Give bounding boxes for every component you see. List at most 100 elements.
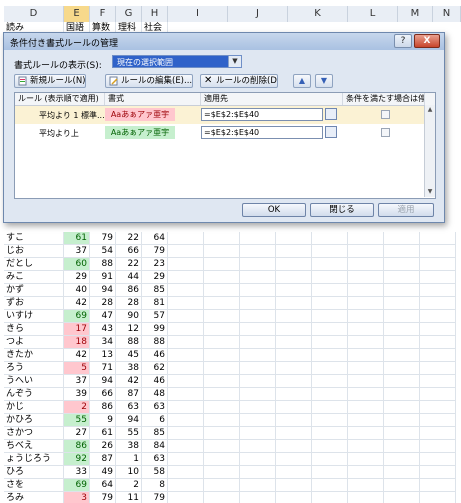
score-cell[interactable]: 33 — [64, 466, 90, 479]
empty-cell[interactable] — [420, 245, 456, 258]
empty-cell[interactable] — [168, 427, 204, 440]
name-cell[interactable]: ろう — [4, 362, 64, 375]
score-cell[interactable]: 64 — [142, 232, 168, 245]
empty-cell[interactable] — [204, 414, 240, 427]
empty-cell[interactable] — [348, 453, 384, 466]
empty-cell[interactable] — [240, 375, 276, 388]
name-cell[interactable]: じお — [4, 245, 64, 258]
empty-cell[interactable] — [384, 245, 420, 258]
empty-cell[interactable] — [168, 310, 204, 323]
score-cell[interactable]: 13 — [90, 349, 116, 362]
empty-cell[interactable] — [312, 414, 348, 427]
empty-cell[interactable] — [384, 375, 420, 388]
empty-cell[interactable] — [276, 427, 312, 440]
empty-cell[interactable] — [204, 479, 240, 492]
empty-cell[interactable] — [312, 362, 348, 375]
score-cell[interactable]: 42 — [64, 349, 90, 362]
empty-cell[interactable] — [384, 362, 420, 375]
empty-cell[interactable] — [276, 349, 312, 362]
empty-cell[interactable] — [276, 453, 312, 466]
empty-cell[interactable] — [348, 414, 384, 427]
empty-cell[interactable] — [276, 466, 312, 479]
empty-cell[interactable] — [384, 310, 420, 323]
empty-cell[interactable] — [240, 479, 276, 492]
empty-cell[interactable] — [384, 284, 420, 297]
column-header-i[interactable]: I — [168, 6, 228, 22]
empty-cell[interactable] — [276, 375, 312, 388]
empty-cell[interactable] — [276, 323, 312, 336]
stop-if-true-checkbox[interactable] — [381, 128, 390, 137]
score-cell[interactable]: 5 — [64, 362, 90, 375]
range-select-icon[interactable] — [325, 108, 337, 120]
empty-cell[interactable] — [204, 245, 240, 258]
empty-cell[interactable] — [312, 271, 348, 284]
score-cell[interactable]: 63 — [116, 401, 142, 414]
close-icon[interactable]: X — [414, 34, 440, 48]
empty-cell[interactable] — [276, 388, 312, 401]
score-cell[interactable]: 66 — [116, 245, 142, 258]
name-cell[interactable]: きたか — [4, 349, 64, 362]
score-cell[interactable]: 79 — [142, 492, 168, 503]
score-cell[interactable]: 1 — [116, 453, 142, 466]
range-select-icon[interactable] — [325, 126, 337, 138]
score-cell[interactable]: 86 — [116, 284, 142, 297]
empty-cell[interactable] — [384, 271, 420, 284]
score-cell[interactable]: 57 — [142, 310, 168, 323]
column-header-h[interactable]: H — [142, 6, 168, 22]
empty-cell[interactable] — [204, 310, 240, 323]
empty-cell[interactable] — [384, 336, 420, 349]
empty-cell[interactable] — [204, 401, 240, 414]
empty-cell[interactable] — [276, 297, 312, 310]
empty-cell[interactable] — [312, 336, 348, 349]
empty-cell[interactable] — [384, 388, 420, 401]
empty-cell[interactable] — [168, 323, 204, 336]
score-cell[interactable]: 44 — [116, 271, 142, 284]
empty-cell[interactable] — [240, 323, 276, 336]
empty-cell[interactable] — [348, 271, 384, 284]
empty-cell[interactable] — [312, 401, 348, 414]
empty-cell[interactable] — [384, 232, 420, 245]
score-cell[interactable]: 43 — [90, 323, 116, 336]
name-cell[interactable]: だとし — [4, 258, 64, 271]
score-cell[interactable]: 18 — [64, 336, 90, 349]
rule-row[interactable]: 平均より 1 標準... Aaあぁアァ亜宇 =$E$2:$E$40 — [15, 106, 435, 124]
score-cell[interactable]: 34 — [90, 336, 116, 349]
score-cell[interactable]: 64 — [90, 479, 116, 492]
empty-cell[interactable] — [276, 414, 312, 427]
score-cell[interactable]: 22 — [116, 258, 142, 271]
rule-applies-to-input[interactable]: =$E$2:$E$40 — [201, 126, 323, 139]
empty-cell[interactable] — [312, 375, 348, 388]
empty-cell[interactable] — [312, 453, 348, 466]
empty-cell[interactable] — [204, 258, 240, 271]
new-rule-button[interactable]: 新規ルール(N)... — [14, 74, 86, 88]
score-cell[interactable]: 49 — [90, 466, 116, 479]
empty-cell[interactable] — [312, 297, 348, 310]
empty-cell[interactable] — [312, 258, 348, 271]
score-cell[interactable]: 79 — [142, 245, 168, 258]
score-cell[interactable]: 2 — [64, 401, 90, 414]
score-cell[interactable]: 28 — [90, 297, 116, 310]
empty-cell[interactable] — [420, 440, 456, 453]
score-cell[interactable]: 99 — [142, 323, 168, 336]
score-cell[interactable]: 60 — [64, 258, 90, 271]
rules-list-scrollbar[interactable]: ▲ ▼ — [424, 105, 435, 197]
empty-cell[interactable] — [204, 362, 240, 375]
empty-cell[interactable] — [240, 440, 276, 453]
empty-cell[interactable] — [312, 349, 348, 362]
empty-cell[interactable] — [312, 245, 348, 258]
empty-cell[interactable] — [240, 414, 276, 427]
empty-cell[interactable] — [420, 362, 456, 375]
score-cell[interactable]: 37 — [64, 245, 90, 258]
empty-cell[interactable] — [204, 232, 240, 245]
score-cell[interactable]: 29 — [142, 271, 168, 284]
score-cell[interactable]: 37 — [64, 375, 90, 388]
empty-cell[interactable] — [168, 388, 204, 401]
empty-cell[interactable] — [420, 427, 456, 440]
empty-cell[interactable] — [384, 427, 420, 440]
empty-cell[interactable] — [420, 492, 456, 503]
empty-cell[interactable] — [168, 414, 204, 427]
chevron-down-icon[interactable]: ▼ — [228, 56, 241, 67]
empty-cell[interactable] — [168, 284, 204, 297]
score-cell[interactable]: 88 — [142, 336, 168, 349]
score-cell[interactable]: 8 — [142, 479, 168, 492]
